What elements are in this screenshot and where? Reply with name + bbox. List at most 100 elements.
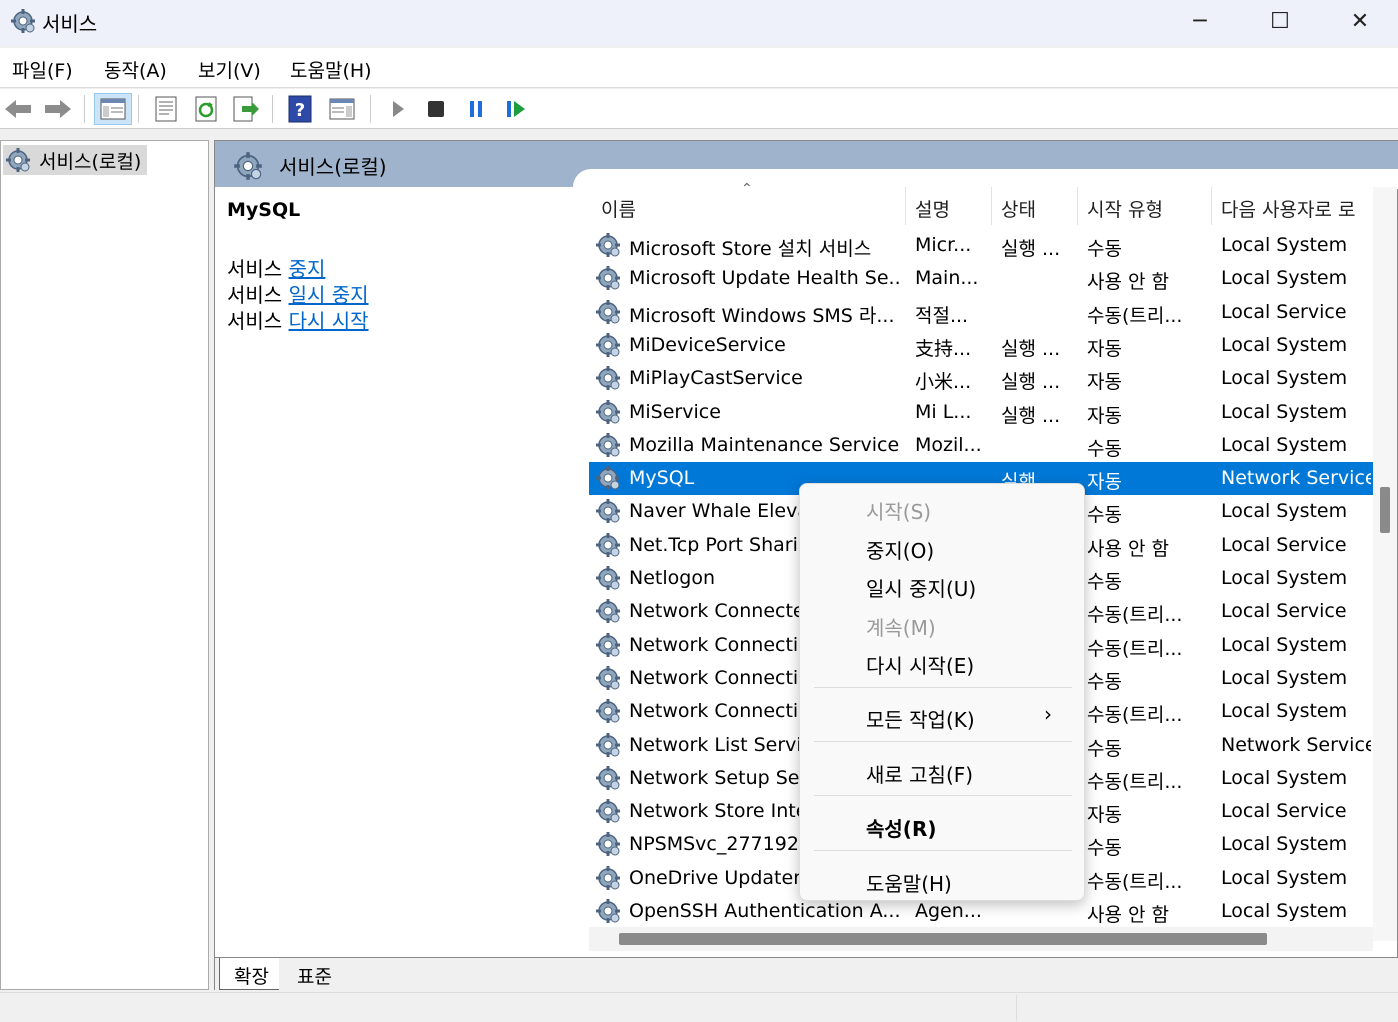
view-tabs: 확장 표준 — [215, 957, 1398, 991]
cell-name: MiService — [629, 400, 721, 423]
menu-file[interactable]: 파일(F) — [12, 56, 73, 83]
service-gear-icon — [595, 332, 621, 358]
service-gear-icon — [595, 631, 621, 658]
tab-extended[interactable]: 확장 — [219, 958, 279, 990]
horizontal-scroll-thumb[interactable] — [619, 933, 1267, 945]
cell-startup-type: 사용 안 함 — [1087, 271, 1169, 294]
table-row[interactable]: Microsoft Update Health Se... Main... 사용 안… — [589, 262, 1373, 295]
export-list-button[interactable] — [230, 93, 262, 125]
menu-item-all-tasks[interactable]: 모든 작업(K) — [866, 704, 975, 733]
forward-button[interactable] — [42, 93, 74, 125]
pause-service-button[interactable] — [460, 93, 492, 125]
close-icon: ✕ — [1350, 8, 1370, 34]
refresh-button[interactable] — [190, 93, 222, 125]
cell-log-on-as: Local System — [1221, 234, 1348, 256]
menu-item-stop[interactable]: 중지(O) — [866, 535, 934, 564]
cell-log-on-as: Local System — [1221, 900, 1348, 922]
cell-name: MiPlayCastService — [629, 367, 803, 390]
service-gear-icon — [595, 498, 621, 525]
menu-view[interactable]: 보기(V) — [198, 56, 261, 83]
table-row[interactable]: MiService Mi L... 실행 ... 자동 Local System — [589, 396, 1373, 429]
table-row[interactable]: Microsoft Store 설치 서비스 Micr... 실행 ... 수동 Loc… — [589, 229, 1373, 262]
cell-startup-type: 수동 — [1087, 737, 1122, 760]
action-stop: 서비스 중지 — [227, 257, 326, 281]
column-header-name[interactable]: 이름 — [601, 195, 636, 222]
menu-item-properties[interactable]: 속성(R) — [866, 813, 936, 842]
column-header-log-on-as[interactable]: 다음 사용자로 로 — [1221, 195, 1373, 222]
action-pause: 서비스 일시 중지 — [227, 283, 369, 307]
table-row[interactable]: Mozilla Maintenance Service Mozil... 수동 Loc… — [589, 429, 1373, 462]
cell-log-on-as: Local System — [1221, 633, 1348, 656]
horizontal-scrollbar[interactable] — [589, 927, 1373, 951]
toolbar: ? — [0, 89, 1398, 129]
services-header-icon — [233, 151, 263, 181]
cell-status: 실행 ... — [1001, 337, 1061, 360]
cell-name: MiDeviceService — [629, 333, 786, 356]
cell-startup-type: 수동(트리... — [1087, 770, 1183, 793]
cell-startup-type: 수동 — [1087, 837, 1122, 860]
menu-help[interactable]: 도움말(H) — [290, 56, 372, 83]
service-gear-icon — [595, 864, 621, 891]
close-button[interactable]: ✕ — [1320, 0, 1398, 42]
tab-standard[interactable]: 표준 — [283, 958, 342, 990]
help-icon: ? — [288, 95, 312, 123]
service-gear-icon — [595, 398, 621, 425]
menu-item-resume[interactable]: 계속(M) — [866, 612, 936, 641]
cell-description: 적절... — [915, 304, 969, 327]
start-service-icon — [393, 101, 404, 117]
pause-service-icon — [470, 101, 482, 117]
help-button[interactable]: ? — [284, 93, 316, 125]
column-header-status[interactable]: 상태 — [1001, 195, 1036, 222]
restart-service-button[interactable] — [500, 93, 532, 125]
cell-log-on-as: Local System — [1221, 267, 1348, 290]
menu-item-start[interactable]: 시작(S) — [866, 496, 931, 525]
minimize-button[interactable]: ─ — [1160, 0, 1240, 42]
menu-action[interactable]: 동작(A) — [104, 56, 167, 83]
menu-item-help[interactable]: 도움말(H) — [866, 868, 952, 897]
tree-node-label: 서비스(로컬) — [39, 150, 142, 173]
menu-item-refresh[interactable]: 새로 고침(F) — [866, 759, 973, 788]
submenu-arrow-icon: › — [1044, 702, 1052, 726]
cell-log-on-as: Local System — [1221, 766, 1348, 789]
cell-startup-type: 수동(트리... — [1087, 604, 1183, 627]
stop-service-button[interactable] — [420, 93, 452, 125]
table-row[interactable]: Microsoft Windows SMS 라... 적절... 수동(트리... L… — [589, 296, 1373, 329]
cell-log-on-as: Local System — [1221, 400, 1348, 423]
cell-description: Mi L... — [915, 400, 972, 423]
minimize-icon: ─ — [1193, 8, 1207, 34]
service-gear-icon — [595, 598, 621, 625]
column-header-description[interactable]: 설명 — [915, 195, 950, 222]
vertical-scrollbar[interactable] — [1373, 187, 1397, 941]
table-row[interactable]: MiDeviceService 支持... 실행 ... 자동 Local System — [589, 329, 1373, 362]
menu-item-pause[interactable]: 일시 중지(U) — [866, 573, 976, 602]
cell-startup-type: 수동(트리... — [1087, 704, 1183, 727]
pane-header-title: 서비스(로컬) — [279, 155, 387, 179]
cell-description: Mozil... — [915, 433, 982, 456]
vertical-scroll-thumb[interactable] — [1380, 487, 1390, 533]
cell-log-on-as: Local System — [1221, 866, 1348, 889]
tree-node-services-local[interactable]: 서비스(로컬) — [3, 145, 148, 175]
title-bar: 서비스 ─ ☐ ✕ — [0, 0, 1398, 46]
properties-icon — [155, 96, 177, 122]
restart-service-link[interactable]: 다시 시작 — [289, 309, 369, 333]
service-gear-icon — [595, 232, 621, 258]
cell-log-on-as: Local Service — [1221, 800, 1347, 823]
show-action-pane-button[interactable] — [326, 93, 358, 125]
svg-text:?: ? — [295, 100, 305, 121]
start-service-button[interactable] — [382, 93, 414, 125]
stop-service-link[interactable]: 중지 — [289, 257, 326, 281]
service-gear-icon — [595, 731, 621, 758]
back-button[interactable] — [2, 93, 34, 125]
maximize-button[interactable]: ☐ — [1240, 0, 1320, 42]
cell-description: 小米... — [915, 371, 972, 394]
properties-button[interactable] — [150, 93, 182, 125]
export-list-icon — [233, 96, 259, 122]
cell-log-on-as: Local System — [1221, 500, 1348, 523]
show-console-tree-button[interactable] — [94, 93, 132, 125]
column-header-startup-type[interactable]: 시작 유형 — [1087, 195, 1163, 222]
menu-bar: 파일(F) 동작(A) 보기(V) 도움말(H) — [0, 48, 1398, 88]
pause-service-link[interactable]: 일시 중지 — [289, 283, 369, 307]
menu-item-restart[interactable]: 다시 시작(E) — [866, 650, 974, 679]
restart-service-icon — [507, 101, 525, 117]
table-row[interactable]: MiPlayCastService 小米... 실행 ... 자동 Local Syst… — [589, 362, 1373, 395]
